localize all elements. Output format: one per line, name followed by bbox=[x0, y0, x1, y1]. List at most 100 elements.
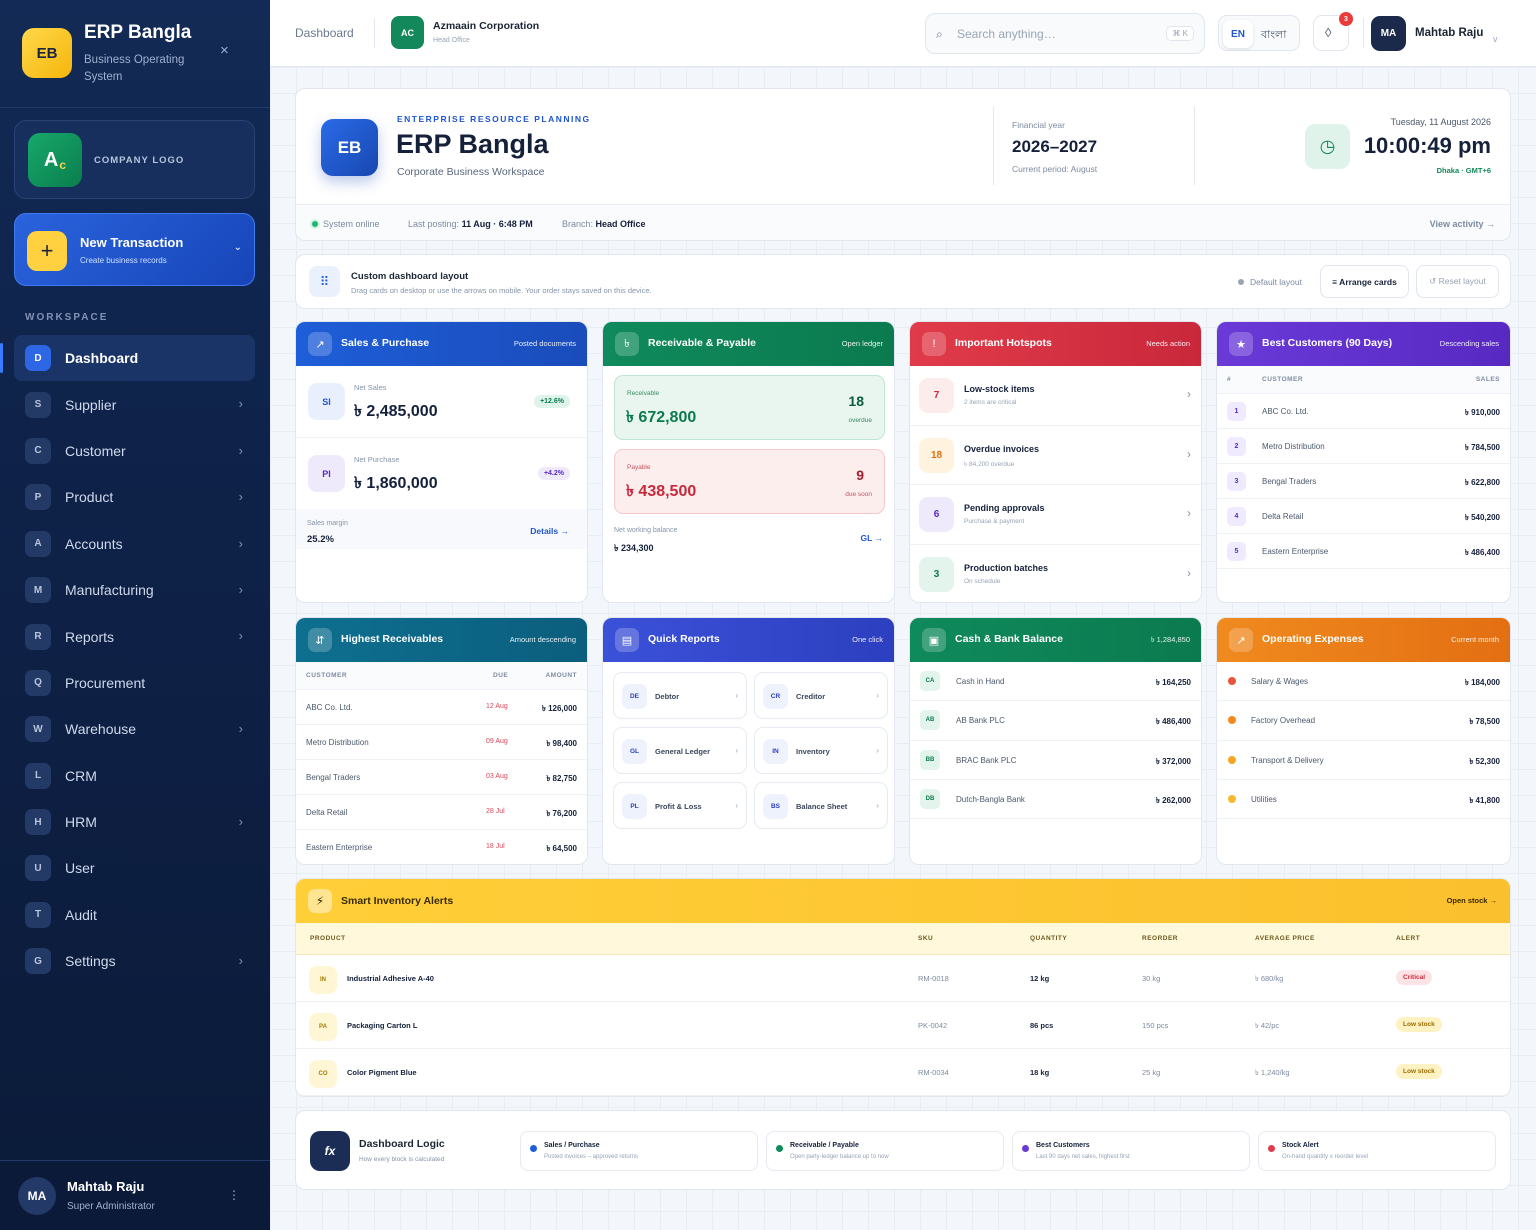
hotspot-item[interactable]: 3 Production batches On schedule › bbox=[910, 545, 1201, 603]
chevron-right-icon: › bbox=[238, 953, 243, 969]
table-row[interactable]: 3 Bengal Traders ৳ 622,800 bbox=[1217, 464, 1510, 499]
breadcrumb[interactable]: Dashboard bbox=[295, 26, 354, 40]
net-sales-row[interactable]: SI Net Sales ৳ 2,485,000 +12.6% bbox=[296, 366, 587, 438]
more-icon[interactable]: ⋮ bbox=[228, 1188, 240, 1202]
sidebar-item-audit[interactable]: T Audit bbox=[14, 892, 255, 938]
workspace-label: WORKSPACE bbox=[25, 312, 109, 323]
card-subtitle: Needs action bbox=[1146, 339, 1190, 348]
table-row[interactable]: BB BRAC Bank PLC ৳ 372,000 bbox=[910, 741, 1201, 780]
search-placeholder: Search anything… bbox=[957, 27, 1056, 41]
sidebar-item-customer[interactable]: C Customer › bbox=[14, 428, 255, 474]
table-row[interactable]: CO Color Pigment Blue RM-0034 18 kg 25 kg ৳ 1… bbox=[296, 1049, 1510, 1096]
sidebar-item-label: Warehouse bbox=[65, 721, 137, 738]
open-stock-link[interactable]: Open stock → bbox=[1447, 896, 1497, 905]
card-header[interactable]: ▣ Cash & Bank Balance ৳ 1,284,850 bbox=[910, 618, 1201, 662]
user-name[interactable]: Mahtab Raju bbox=[1415, 27, 1483, 39]
table-row[interactable]: IN Industrial Adhesive A-40 RM-0018 12 kg 30… bbox=[296, 955, 1510, 1002]
sidebar-item-dashboard[interactable]: D Dashboard bbox=[0, 335, 255, 382]
table-row[interactable]: 5 Eastern Enterprise ৳ 486,400 bbox=[1217, 534, 1510, 569]
nav-letter-icon: C bbox=[25, 437, 51, 464]
table-row[interactable]: Delta Retail 28 Jul ৳ 76,200 bbox=[296, 795, 587, 830]
company-logo-card[interactable]: Ac COMPANY LOGO bbox=[14, 120, 255, 199]
payable-box[interactable]: Payable ৳ 438,500 9 due soon bbox=[614, 449, 885, 514]
table-row[interactable]: Utilities ৳ 41,800 bbox=[1217, 780, 1510, 820]
card-title: Best Customers (90 Days) bbox=[1262, 337, 1393, 349]
card-header[interactable]: ! Important Hotspots Needs action bbox=[910, 322, 1201, 366]
expense-amount: ৳ 52,300 bbox=[1469, 756, 1500, 766]
table-row[interactable]: Transport & Delivery ৳ 52,300 bbox=[1217, 741, 1510, 780]
sidebar-item-hrm[interactable]: H HRM › bbox=[14, 799, 255, 845]
notification-button[interactable]: ◊ 3 bbox=[1313, 12, 1353, 51]
chevron-down-icon[interactable]: v bbox=[1493, 34, 1498, 44]
company-name[interactable]: Azmaain Corporation bbox=[433, 20, 539, 32]
card-header[interactable]: ৳ Receivable & Payable Open ledger bbox=[603, 322, 894, 366]
details-link[interactable]: Details → bbox=[530, 526, 569, 536]
change-badge: +4.2% bbox=[537, 467, 570, 480]
page-subtitle: Corporate Business Workspace bbox=[397, 166, 545, 178]
view-activity-link[interactable]: View activity → bbox=[1430, 219, 1495, 229]
sidebar-item-supplier[interactable]: S Supplier › bbox=[14, 381, 255, 427]
table-row[interactable]: Factory Overhead ৳ 78,500 bbox=[1217, 701, 1510, 741]
card-header[interactable]: ↗ Operating Expenses Current month bbox=[1217, 618, 1510, 662]
table-row[interactable]: DB Dutch-Bangla Bank ৳ 262,000 bbox=[910, 780, 1201, 820]
sidebar-item-user[interactable]: U User bbox=[14, 845, 255, 891]
table-row[interactable]: ABC Co. Ltd. 12 Aug ৳ 126,000 bbox=[296, 690, 587, 725]
arrange-cards-button[interactable]: ≡ Arrange cards bbox=[1320, 265, 1409, 298]
report-inventory-button[interactable]: IN Inventory › bbox=[754, 727, 888, 774]
gl-link[interactable]: GL → bbox=[860, 533, 883, 543]
table-row[interactable]: CA Cash in Hand ৳ 164,250 bbox=[910, 662, 1201, 702]
sidebar-item-settings[interactable]: G Settings › bbox=[14, 938, 255, 984]
hotspot-count: 6 bbox=[919, 497, 954, 532]
sidebar-item-procurement[interactable]: Q Procurement bbox=[14, 660, 255, 706]
sidebar-item-reports[interactable]: R Reports › bbox=[14, 613, 255, 659]
table-row[interactable]: 4 Delta Retail ৳ 540,200 bbox=[1217, 499, 1510, 534]
report-profit-loss-button[interactable]: PL Profit & Loss › bbox=[613, 782, 747, 829]
report-debtor-button[interactable]: DE Debtor › bbox=[613, 672, 747, 719]
report-general-ledger-button[interactable]: GL General Ledger › bbox=[613, 727, 747, 774]
net-purchase-row[interactable]: PI Net Purchase ৳ 1,860,000 +4.2% bbox=[296, 438, 587, 510]
report-balance-sheet-button[interactable]: BS Balance Sheet › bbox=[754, 782, 888, 829]
sidebar-item-crm[interactable]: L CRM bbox=[14, 753, 255, 799]
sidebar-item-manufacturing[interactable]: M Manufacturing › bbox=[14, 567, 255, 613]
lang-en-button[interactable]: EN bbox=[1223, 20, 1253, 48]
table-row[interactable]: PA Packaging Carton L PK-0042 86 pcs 150 pcs… bbox=[296, 1002, 1510, 1049]
table-row[interactable]: Bengal Traders 03 Aug ৳ 82,750 bbox=[296, 760, 587, 795]
search-input[interactable]: ⌕ Search anything… ⌘ K bbox=[925, 13, 1205, 54]
sidebar-item-product[interactable]: P Product › bbox=[14, 474, 255, 520]
hotspot-item[interactable]: 7 Low-stock items 2 items are critical › bbox=[910, 366, 1201, 426]
table-row[interactable]: 1 ABC Co. Ltd. ৳ 910,000 bbox=[1217, 394, 1510, 429]
expense-amount: ৳ 78,500 bbox=[1469, 717, 1500, 727]
language-switch[interactable]: EN বাংলা bbox=[1218, 15, 1300, 51]
company-avatar[interactable]: AC bbox=[391, 16, 424, 49]
avatar[interactable]: MA bbox=[1371, 16, 1406, 51]
nav-letter-icon: H bbox=[25, 809, 51, 836]
card-header[interactable]: ↗ Sales & Purchase Posted documents bbox=[296, 322, 587, 366]
reset-layout-button[interactable]: ↺ Reset layout bbox=[1416, 265, 1499, 298]
card-header[interactable]: ⚡ Smart Inventory Alerts Open stock → bbox=[296, 879, 1510, 923]
close-icon[interactable]: × bbox=[220, 42, 229, 59]
chevron-right-icon: › bbox=[238, 489, 243, 505]
card-header[interactable]: ▤ Quick Reports One click bbox=[603, 618, 894, 662]
report-creditor-button[interactable]: CR Creditor › bbox=[754, 672, 888, 719]
hotspot-item[interactable]: 6 Pending approvals Purchase & payment › bbox=[910, 485, 1201, 545]
customer-name: ABC Co. Ltd. bbox=[306, 703, 353, 712]
card-header[interactable]: ⇵ Highest Receivables Amount descending bbox=[296, 618, 587, 662]
logic-item-desc: Open party-ledger balance up to now bbox=[790, 1154, 889, 1160]
receivable-box[interactable]: Receivable ৳ 672,800 18 overdue bbox=[614, 375, 885, 440]
sidebar-item-label: Product bbox=[65, 489, 114, 506]
new-transaction-button[interactable]: + New Transaction Create business record… bbox=[14, 213, 255, 286]
sidebar-user[interactable]: MA Mahtab Raju Super Administrator ⋮ bbox=[0, 1160, 270, 1230]
payable-count: 9 bbox=[856, 467, 864, 483]
lang-bn-button[interactable]: বাংলা bbox=[1261, 26, 1286, 45]
hotspot-item[interactable]: 18 Overdue invoices ৳ 84,200 overdue › bbox=[910, 426, 1201, 485]
table-row[interactable]: Eastern Enterprise 18 Jul ৳ 64,500 bbox=[296, 830, 587, 864]
sidebar-item-warehouse[interactable]: W Warehouse › bbox=[14, 706, 255, 752]
table-row[interactable]: Salary & Wages ৳ 184,000 bbox=[1217, 662, 1510, 702]
table-row[interactable]: Metro Distribution 09 Aug ৳ 98,400 bbox=[296, 725, 587, 760]
sidebar-item-accounts[interactable]: A Accounts › bbox=[14, 521, 255, 567]
card-header[interactable]: ★ Best Customers (90 Days) Descending sa… bbox=[1217, 322, 1510, 366]
sidebar-item-label: Accounts bbox=[65, 535, 123, 552]
table-row[interactable]: 2 Metro Distribution ৳ 784,500 bbox=[1217, 429, 1510, 464]
table-row[interactable]: AB AB Bank PLC ৳ 486,400 bbox=[910, 701, 1201, 741]
formula-icon: fx bbox=[310, 1131, 350, 1171]
